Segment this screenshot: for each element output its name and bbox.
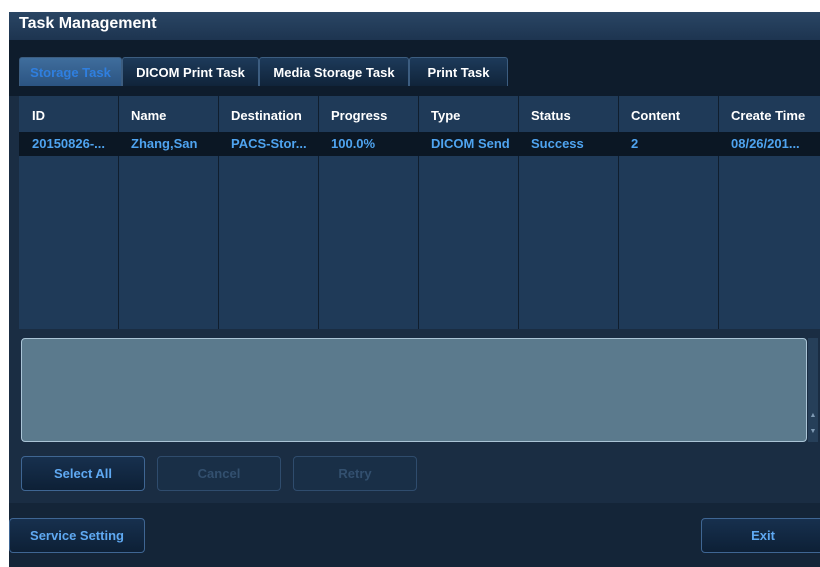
tab-media-storage-task[interactable]: Media Storage Task [259, 57, 409, 86]
exit-button[interactable]: Exit [701, 518, 820, 553]
column-divider [518, 96, 519, 329]
cell-destination: PACS-Stor... [231, 136, 307, 151]
cell-content: 2 [631, 136, 639, 151]
table-row[interactable]: 20150826-... Zhang,San PACS-Stor... 100.… [19, 132, 820, 156]
column-header-type[interactable]: Type [431, 108, 460, 123]
column-divider [418, 96, 419, 329]
detail-scrollbar[interactable] [808, 338, 818, 442]
column-header-name[interactable]: Name [131, 108, 166, 123]
retry-button[interactable]: Retry [293, 456, 417, 491]
scroll-up-icon[interactable]: ▲ [809, 412, 817, 419]
column-divider [318, 96, 319, 329]
column-header-create-time[interactable]: Create Time [731, 108, 805, 123]
column-divider [118, 96, 119, 329]
cell-progress: 100.0% [331, 136, 376, 151]
column-header-progress[interactable]: Progress [331, 108, 387, 123]
tab-strip: Storage Task DICOM Print Task Media Stor… [9, 40, 820, 96]
column-header-destination[interactable]: Destination [231, 108, 302, 123]
column-header-status[interactable]: Status [531, 108, 571, 123]
task-detail-box [21, 338, 807, 442]
scroll-down-icon[interactable]: ▼ [809, 428, 817, 435]
cell-name: Zhang,San [131, 136, 198, 151]
task-management-window: Task Management Storage Task DICOM Print… [9, 12, 820, 567]
column-header-content[interactable]: Content [631, 108, 680, 123]
tab-dicom-print-task[interactable]: DICOM Print Task [122, 57, 259, 86]
window-title: Task Management [19, 15, 157, 32]
cancel-button[interactable]: Cancel [157, 456, 281, 491]
cell-type: DICOM Send [431, 136, 510, 151]
column-divider [718, 96, 719, 329]
cell-create-time: 08/26/201... [731, 136, 800, 151]
cell-status: Success [531, 136, 584, 151]
tab-storage-task[interactable]: Storage Task [19, 57, 122, 86]
title-bar: Task Management [9, 12, 820, 40]
select-all-button[interactable]: Select All [21, 456, 145, 491]
column-divider [618, 96, 619, 329]
column-divider [218, 96, 219, 329]
column-header-id[interactable]: ID [32, 108, 45, 123]
service-setting-button[interactable]: Service Setting [9, 518, 145, 553]
tab-print-task[interactable]: Print Task [409, 57, 508, 86]
task-table: ID Name Destination Progress Type Status… [19, 96, 820, 329]
table-header: ID Name Destination Progress Type Status… [19, 105, 820, 130]
cell-id: 20150826-... [32, 136, 106, 151]
